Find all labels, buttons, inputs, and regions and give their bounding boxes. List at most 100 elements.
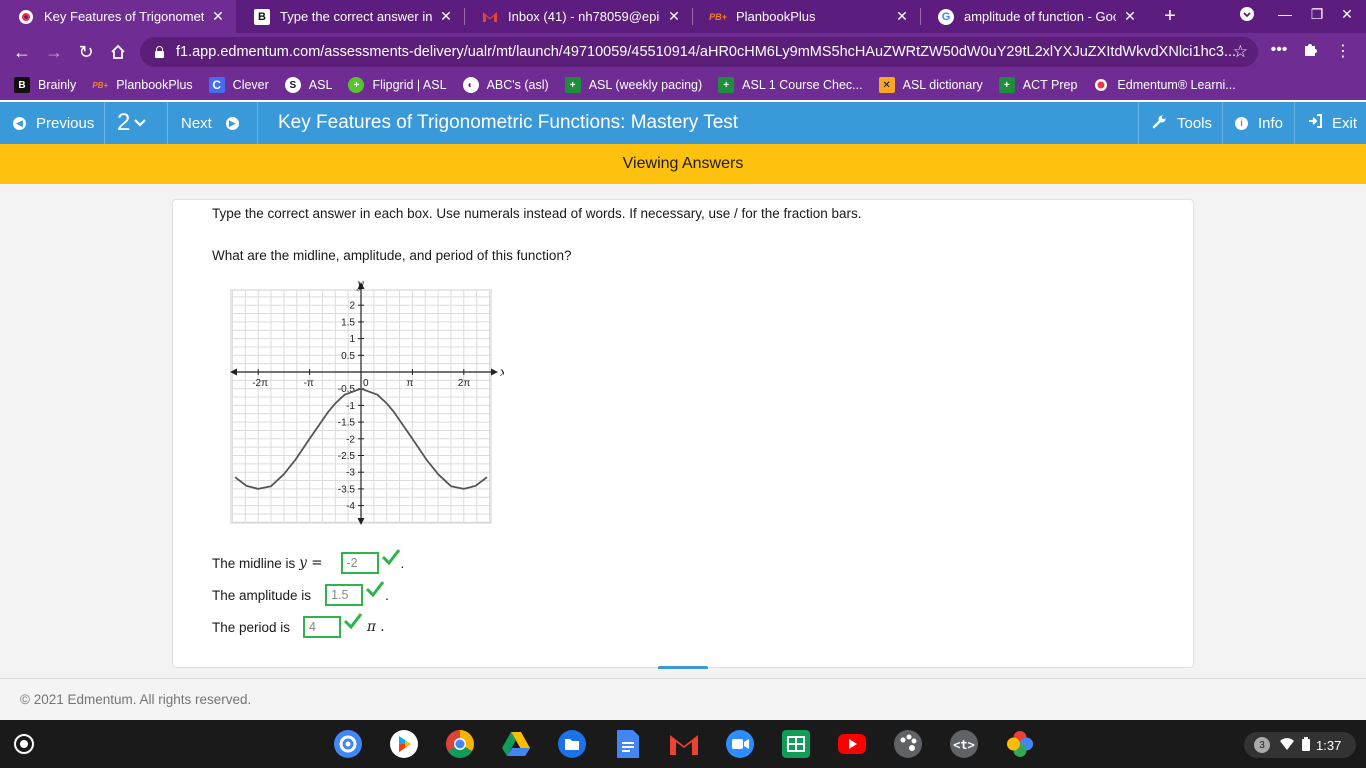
wrench-icon <box>1152 114 1167 133</box>
bookmark-label: Clever <box>232 78 269 92</box>
bookmark-asl-course-check[interactable]: + ASL 1 Course Chec... <box>718 77 863 93</box>
x-axis-arrow-right <box>491 368 498 376</box>
sheets-app-icon[interactable] <box>780 728 812 760</box>
play-store-app-icon[interactable] <box>388 728 420 760</box>
bookmark-edmentum[interactable]: Edmentum® Learni... <box>1093 77 1236 93</box>
flipgrid-icon: + <box>348 77 365 93</box>
asl-dictionary-icon: ✕ <box>878 77 895 93</box>
system-status-tray[interactable]: 3 1:37 <box>1244 732 1356 758</box>
google-sheets-icon: + <box>564 77 581 93</box>
more-extensions-icon[interactable]: ••• <box>1268 41 1290 59</box>
brainly-favicon-icon: B <box>254 8 270 25</box>
close-tab-icon[interactable]: ✕ <box>1122 8 1138 25</box>
new-tab-icon[interactable]: + <box>1158 4 1182 28</box>
forward-arrow-icon[interactable]: → <box>41 39 67 65</box>
tab-title: Type the correct answer in each <box>280 9 432 24</box>
midline-suffix: . <box>400 555 405 571</box>
function-graph: xy-2π-π0π2π21.510.5-0.5-1-1.5-2-2.5-3-3.… <box>230 277 504 525</box>
midline-answer-box[interactable]: -2 <box>340 552 379 574</box>
tab-brainly[interactable]: B Type the correct answer in each ✕ <box>236 0 464 33</box>
bookmark-brainly[interactable]: B Brainly <box>14 77 76 93</box>
x-axis-label: x <box>500 365 504 379</box>
exit-label: Exit <box>1332 114 1358 132</box>
bookmark-label: Flipgrid | ASL <box>372 78 447 92</box>
correct-checkmark-icon <box>366 581 385 598</box>
bookmark-asl-dictionary[interactable]: ✕ ASL dictionary <box>878 77 983 93</box>
tab-key-features[interactable]: Key Features of Trigonometric ✕ <box>0 0 236 33</box>
photos-app-icon[interactable] <box>1004 728 1036 760</box>
bookmark-label: Brainly <box>38 78 77 92</box>
y-axis-label: y <box>356 277 364 291</box>
back-arrow-icon[interactable]: ← <box>9 39 35 65</box>
canvas-app-icon[interactable] <box>892 728 924 760</box>
home-icon[interactable] <box>105 39 131 65</box>
chrome-app-icon[interactable] <box>444 728 476 760</box>
close-tab-icon[interactable]: ✕ <box>438 8 454 25</box>
bookmark-star-icon[interactable]: ☆ <box>1233 42 1248 62</box>
previous-button[interactable]: ◀ Previous <box>0 102 105 144</box>
files-app-icon[interactable] <box>556 728 588 760</box>
tab-title: amplitude of function - Google <box>964 9 1116 24</box>
minimize-icon[interactable]: — <box>1274 6 1296 22</box>
y-tick-label: -2 <box>346 434 355 445</box>
extensions-puzzle-icon[interactable] <box>1300 41 1322 62</box>
chrome-menu-icon[interactable]: ⋮ <box>1332 41 1354 61</box>
info-label: Info <box>1258 114 1284 132</box>
info-icon: i <box>1235 116 1248 130</box>
browser-toolbar: ← → ↻ f1.app.edmentum.com/assessments-de… <box>0 33 1366 70</box>
launcher-icon[interactable] <box>14 734 34 754</box>
y-tick-label: -1.5 <box>338 418 356 429</box>
close-window-icon[interactable]: ✕ <box>1336 6 1358 23</box>
period-answer-box[interactable]: 4 <box>303 616 342 638</box>
youtube-app-icon[interactable] <box>836 728 868 760</box>
bookmark-clever[interactable]: C Clever <box>208 77 269 93</box>
address-bar[interactable]: f1.app.edmentum.com/assessments-delivery… <box>140 37 1258 67</box>
bookmark-asl[interactable]: S ASL <box>284 77 333 93</box>
info-button[interactable]: i Info <box>1222 102 1294 144</box>
docs-app-icon[interactable] <box>612 728 644 760</box>
tab-google-search[interactable]: G amplitude of function - Google ✕ <box>920 0 1148 33</box>
lock-icon <box>154 46 164 58</box>
reload-icon[interactable]: ↻ <box>73 39 99 65</box>
edmentum-favicon-icon <box>18 9 34 25</box>
close-tab-icon[interactable]: ✕ <box>210 8 226 25</box>
exit-button[interactable]: Exit <box>1294 102 1366 144</box>
bookmark-planbookplus[interactable]: PB+ PlanbookPlus <box>92 77 192 93</box>
edmentum-icon <box>1093 77 1109 93</box>
amplitude-label: The amplitude is <box>212 587 312 603</box>
scroll-indicator <box>658 666 708 669</box>
bookmark-label: ASL <box>308 78 333 92</box>
y-tick-label: 1.5 <box>341 317 355 328</box>
next-button[interactable]: Next ▶ <box>168 102 258 144</box>
question-number-dropdown[interactable]: 2 <box>105 102 168 144</box>
tools-button[interactable]: Tools <box>1138 102 1222 144</box>
tab-search-icon[interactable] <box>1236 6 1258 25</box>
bookmark-act-prep[interactable]: + ACT Prep <box>998 77 1077 93</box>
settings-app-icon[interactable] <box>332 728 364 760</box>
text-app-icon[interactable]: <t> <box>948 728 980 760</box>
y-tick-label: -3 <box>346 468 355 479</box>
planbookplus-favicon-icon: PB+ <box>709 11 727 22</box>
tab-title: PlanbookPlus <box>736 9 816 24</box>
gmail-app-icon[interactable] <box>668 728 700 760</box>
close-tab-icon[interactable]: ✕ <box>666 8 682 25</box>
amplitude-answer-box[interactable]: 1.5 <box>325 584 364 606</box>
close-tab-icon[interactable]: ✕ <box>894 8 910 25</box>
google-sheets-icon: + <box>718 77 735 93</box>
bookmark-abcs-asl[interactable]: ◐ ABC's (asl) <box>462 77 549 93</box>
tab-gmail[interactable]: Inbox (41) - nh78059@epiccha ✕ <box>464 0 692 33</box>
viewing-answers-banner: Viewing Answers <box>0 144 1366 184</box>
next-arrow-icon: ▶ <box>225 116 239 130</box>
svg-text:<t>: <t> <box>953 738 975 752</box>
url-text: f1.app.edmentum.com/assessments-delivery… <box>176 44 1237 60</box>
bookmark-asl-weekly-pacing[interactable]: + ASL (weekly pacing) <box>564 77 702 93</box>
zoom-app-icon[interactable] <box>724 728 756 760</box>
bookmark-flipgrid[interactable]: + Flipgrid | ASL <box>348 77 447 93</box>
period-suffix: π . <box>367 619 385 635</box>
y-tick-label: 1 <box>349 334 355 345</box>
drive-app-icon[interactable] <box>500 728 532 760</box>
y-tick-label: 0.5 <box>341 351 355 362</box>
restore-icon[interactable]: ❐ <box>1306 6 1328 23</box>
page-footer: © 2021 Edmentum. All rights reserved. <box>0 678 1366 720</box>
tab-planbookplus[interactable]: PB+ PlanbookPlus ✕ <box>692 0 920 33</box>
